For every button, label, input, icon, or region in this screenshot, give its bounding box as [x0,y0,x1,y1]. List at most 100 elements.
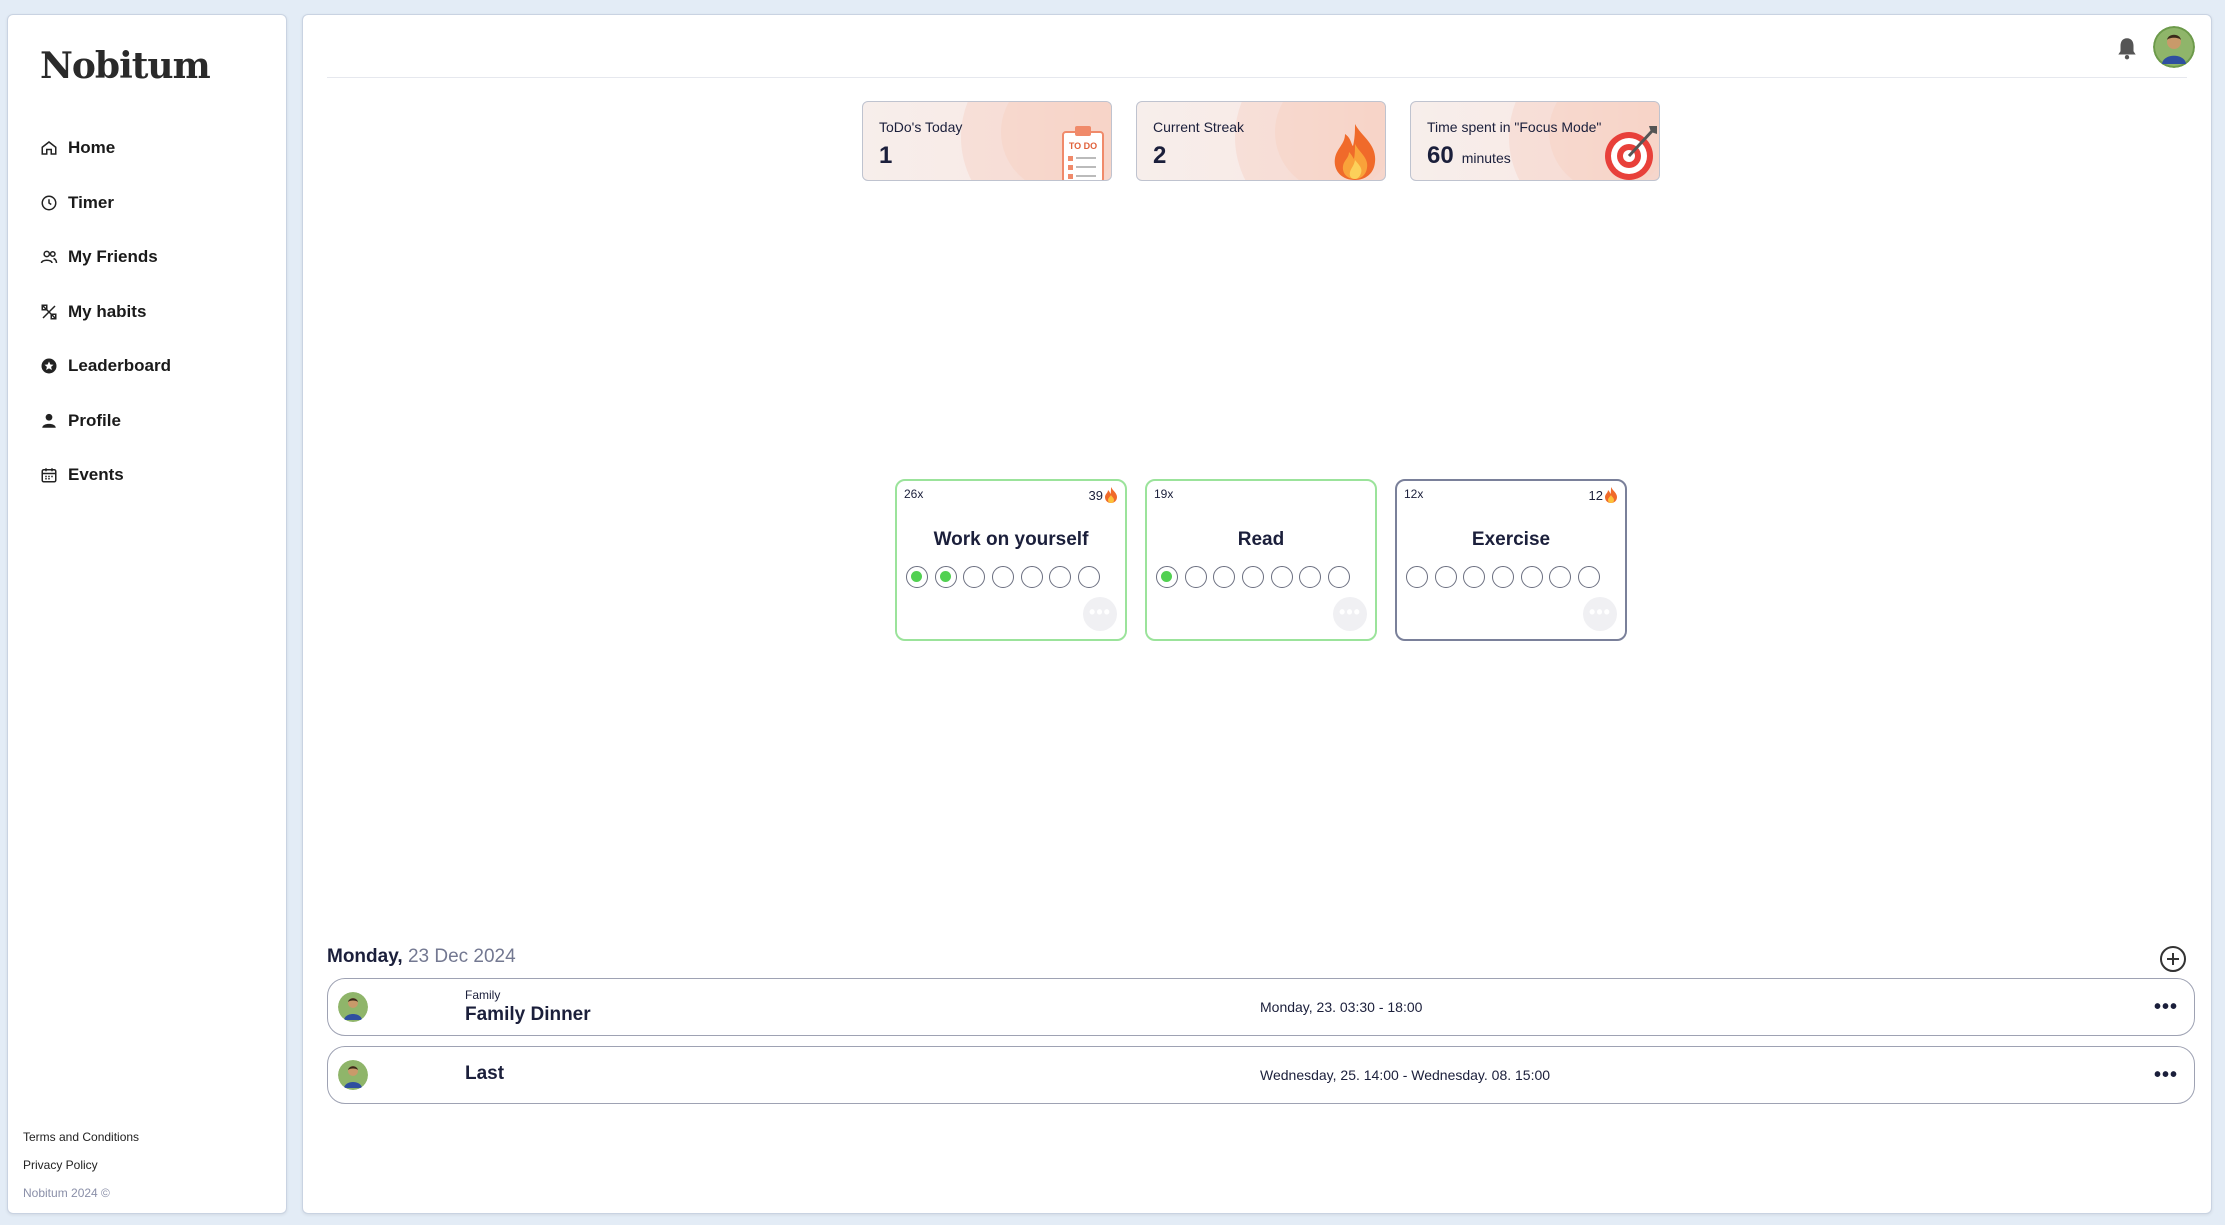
habit-day-dots [906,566,1107,588]
sidebar-item-profile[interactable]: Profile [40,394,171,449]
event-more-button[interactable]: ••• [2154,1064,2178,1087]
sidebar-item-leaderboard[interactable]: Leaderboard [40,339,171,394]
stat-value: 60 minutes [1427,142,1511,169]
calendar-icon [41,468,57,483]
habit-name: Exercise [1471,529,1551,550]
habits-icon [41,304,57,320]
event-time: Wednesday, 25. 14:00 - Wednesday. 08. 15… [1260,1067,1551,1083]
fire-icon [1105,487,1117,503]
habit-day-checkbox[interactable] [1078,566,1101,588]
privacy-link[interactable]: Privacy Policy [23,1155,139,1183]
sidebar-item-label: Profile [68,410,121,430]
terms-link[interactable]: Terms and Conditions [23,1127,139,1155]
habit-name: Work on yourself [933,529,1089,550]
habit-day-checkbox[interactable] [1213,566,1236,588]
fire-icon [1605,487,1617,503]
habit-day-checkbox[interactable] [934,566,957,588]
habit-day-checkbox[interactable] [1184,566,1207,588]
habit-day-checkbox[interactable] [963,566,986,588]
header-divider [327,77,2187,78]
stat-value: 1 [879,142,893,169]
sidebar-item-label: My Friends [68,247,158,267]
habit-day-checkbox[interactable] [1578,566,1601,588]
sidebar-item-my-friends[interactable]: My Friends [40,230,171,285]
event-more-button[interactable]: ••• [2154,996,2178,1019]
habit-day-checkbox[interactable] [1242,566,1265,588]
event-title: Last [465,1063,505,1084]
sidebar-item-home[interactable]: Home [40,121,171,176]
event-time: Monday, 23. 03:30 - 18:00 [1260,999,1423,1015]
habit-day-checkbox[interactable] [1270,566,1293,588]
habit-day-dots [1406,566,1607,588]
habit-day-checkbox[interactable] [1299,566,1322,588]
event-avatar [338,1060,368,1090]
habit-more-button[interactable]: ••• [1333,597,1367,631]
stat-label: Current Streak [1153,119,1245,135]
sidebar-footer: Terms and Conditions Privacy Policy Nobi… [23,1127,139,1211]
habit-day-checkbox[interactable] [906,566,928,588]
stat-label: ToDo's Today [879,119,963,135]
sidebar-item-label: Leaderboard [68,356,171,376]
svg-text:TO DO: TO DO [1069,141,1097,151]
user-avatar[interactable] [2153,26,2195,68]
habit-day-checkbox[interactable] [1156,566,1178,588]
habit-card-exercise[interactable]: 12x 12 Exercise ••• [1395,479,1627,641]
sidebar: Nobitum Home Timer My Friends My habits … [7,14,287,1214]
sidebar-item-label: Home [68,138,116,158]
sidebar-item-timer[interactable]: Timer [40,176,171,231]
habit-card-work-on-yourself[interactable]: 26x 39 Work on yourself ••• [895,479,1127,641]
sidebar-nav: Home Timer My Friends My habits Leaderbo… [40,121,171,503]
notification-bell-icon[interactable] [2114,35,2140,61]
app-logo[interactable]: Nobitum [40,45,211,87]
habit-day-checkbox[interactable] [1406,566,1428,588]
stat-unit: minutes [1461,150,1511,166]
stat-value: 2 [1153,142,1167,169]
main-panel: ToDo's Today 1 TO DO Current Streak 2 Ti… [302,14,2212,1214]
habit-more-button[interactable]: ••• [1583,597,1617,631]
copyright-text: Nobitum 2024 © [23,1186,110,1200]
target-icon [1605,126,1657,180]
sidebar-item-label: Events [68,465,124,485]
habit-streak: 12 [1589,487,1618,503]
habit-card-read[interactable]: 19x Read ••• [1145,479,1377,641]
habit-count: 12x [1404,487,1424,501]
clock-icon [41,195,57,211]
event-row[interactable]: Family Family Dinner Monday, 23. 03:30 -… [327,978,2195,1036]
events-date-heading: Monday, 23 Dec 2024 [327,946,516,968]
event-category: Family [465,988,501,1002]
habit-count: 26x [904,487,924,501]
event-row[interactable]: Last Wednesday, 25. 14:00 - Wednesday. 0… [327,1046,2195,1104]
events-date: 23 Dec 2024 [407,946,516,967]
habit-day-checkbox[interactable] [1328,566,1351,588]
sidebar-item-label: Timer [68,192,114,212]
habit-day-checkbox[interactable] [1463,566,1486,588]
todo-clipboard-icon: TO DO [1062,126,1104,180]
add-event-icon[interactable] [2159,945,2187,973]
event-avatar [338,992,368,1022]
person-icon [42,413,56,428]
habit-day-checkbox[interactable] [1549,566,1572,588]
habit-day-checkbox[interactable] [992,566,1015,588]
people-icon [40,250,58,264]
habit-day-checkbox[interactable] [1520,566,1543,588]
habit-day-dots [1156,566,1357,588]
event-title: Family Dinner [465,1004,591,1025]
stat-card-streak: Current Streak 2 [1136,101,1386,181]
habit-name: Read [1237,529,1285,550]
home-icon [41,141,57,155]
stat-card-todos: ToDo's Today 1 TO DO [862,101,1112,181]
events-day: Monday, [327,946,403,967]
habit-day-checkbox[interactable] [1492,566,1515,588]
habit-day-checkbox[interactable] [1049,566,1072,588]
avatar-image [2153,26,2195,68]
sidebar-item-events[interactable]: Events [40,448,171,503]
stat-label: Time spent in "Focus Mode" [1427,119,1602,135]
stat-card-focus-time: Time spent in "Focus Mode" 60 minutes [1410,101,1660,181]
fire-icon [1334,124,1376,180]
sidebar-item-label: My habits [68,301,147,321]
habit-day-checkbox[interactable] [1020,566,1043,588]
sidebar-item-my-habits[interactable]: My habits [40,285,171,340]
habit-more-button[interactable]: ••• [1083,597,1117,631]
habit-count: 19x [1154,487,1174,501]
habit-day-checkbox[interactable] [1434,566,1457,588]
